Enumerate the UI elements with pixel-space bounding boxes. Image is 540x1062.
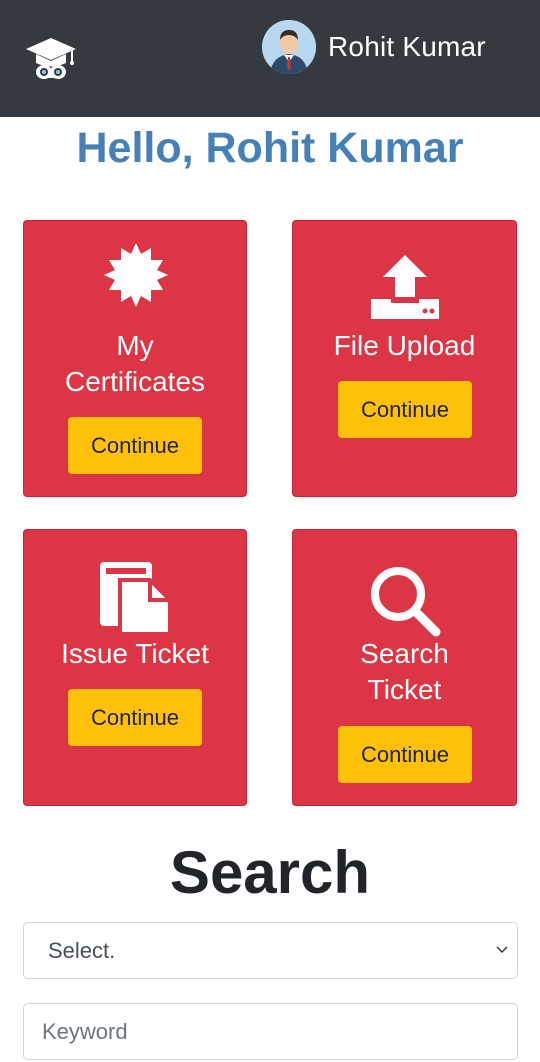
- card-my-certificates[interactable]: My Certificates Continue: [23, 220, 247, 497]
- continue-button[interactable]: Continue: [68, 417, 202, 474]
- card-title-line1: My: [116, 330, 154, 361]
- search-icon: [371, 567, 441, 637]
- card-title: File Upload: [333, 330, 476, 361]
- continue-button[interactable]: Continue: [68, 689, 202, 746]
- certificate-badge-icon: [104, 243, 168, 307]
- card-title-line2: Ticket: [367, 674, 442, 705]
- continue-button[interactable]: Continue: [338, 381, 472, 438]
- file-upload-icon: [371, 255, 439, 319]
- user-name: Rohit Kumar: [328, 31, 486, 62]
- select-value: Select.: [48, 938, 116, 963]
- greeting-title: Hello, Rohit Kumar: [76, 124, 464, 172]
- card-search-ticket[interactable]: Search Ticket Continue: [292, 529, 517, 806]
- user-menu[interactable]: Rohit Kumar: [262, 20, 486, 74]
- card-title: Issue Ticket: [61, 638, 209, 669]
- card-title-line2: Certificates: [64, 366, 206, 397]
- continue-button[interactable]: Continue: [338, 726, 472, 783]
- category-select[interactable]: Select.: [23, 922, 518, 979]
- document-copy-icon: [100, 562, 172, 636]
- keyword-input[interactable]: [23, 1003, 518, 1060]
- search-heading: Search: [169, 839, 371, 906]
- top-navbar: Rohit Kumar: [0, 0, 540, 117]
- card-file-upload[interactable]: File Upload Continue: [292, 220, 517, 497]
- card-issue-ticket[interactable]: Issue Ticket Continue: [23, 529, 247, 806]
- user-avatar-icon: [262, 20, 316, 74]
- graduation-cap-owl-icon[interactable]: [24, 36, 78, 82]
- card-title-line1: Search: [360, 638, 449, 669]
- chevron-down-icon: [496, 946, 508, 954]
